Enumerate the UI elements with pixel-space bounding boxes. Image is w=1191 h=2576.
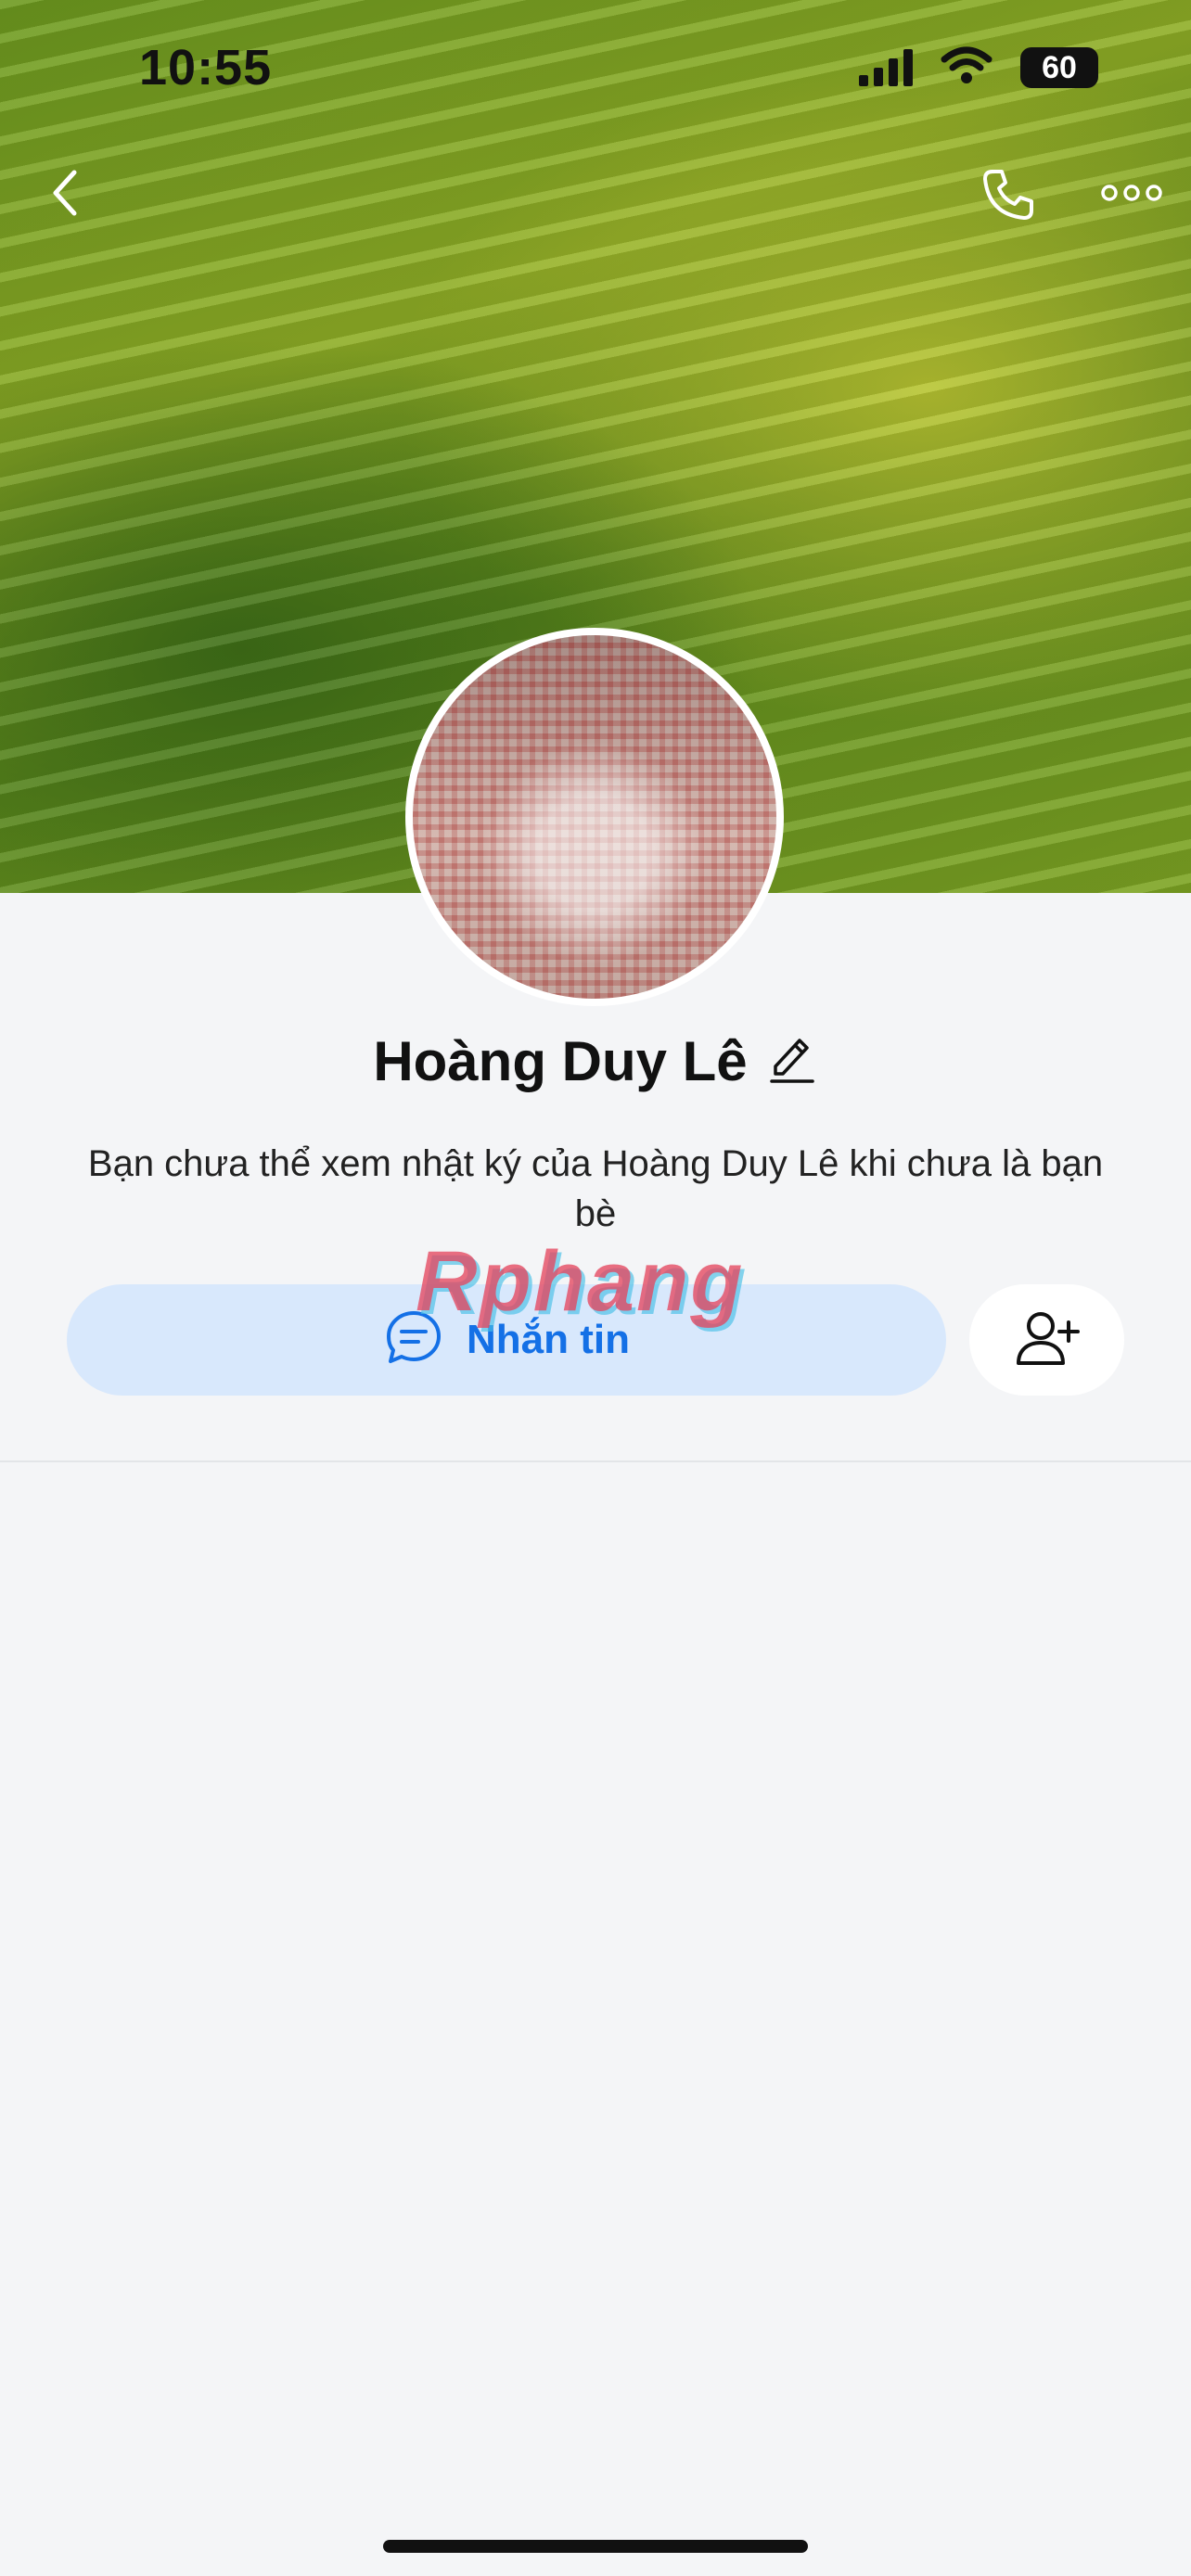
section-divider <box>0 1460 1191 1462</box>
status-bar: 10:55 60 <box>0 0 1191 139</box>
diary-notice: Bạn chưa thể xem nhật ký của Hoàng Duy L… <box>87 1143 1104 1234</box>
edit-name-button[interactable] <box>766 1036 818 1088</box>
call-button[interactable] <box>969 158 1047 236</box>
status-icons: 60 <box>859 45 1098 91</box>
profile-name-row: Hoàng Duy Lê <box>0 1029 1191 1093</box>
pencil-icon <box>768 1033 816 1090</box>
chevron-left-icon <box>46 165 83 225</box>
profile-name: Hoàng Duy Lê <box>373 1030 748 1092</box>
watermark-logo: Rphang <box>416 1234 745 1329</box>
status-time: 10:55 <box>139 40 273 96</box>
signal-icon <box>859 49 913 86</box>
add-friend-button[interactable] <box>969 1284 1124 1396</box>
home-indicator[interactable] <box>383 2540 808 2553</box>
back-button[interactable] <box>28 158 102 232</box>
phone-icon <box>980 166 1037 228</box>
more-button[interactable] <box>1090 162 1173 227</box>
more-dots-icon <box>1099 183 1164 208</box>
wifi-icon <box>941 46 992 90</box>
add-user-icon <box>1015 1309 1080 1371</box>
battery-icon: 60 <box>1020 47 1098 88</box>
avatar[interactable] <box>405 628 784 1006</box>
